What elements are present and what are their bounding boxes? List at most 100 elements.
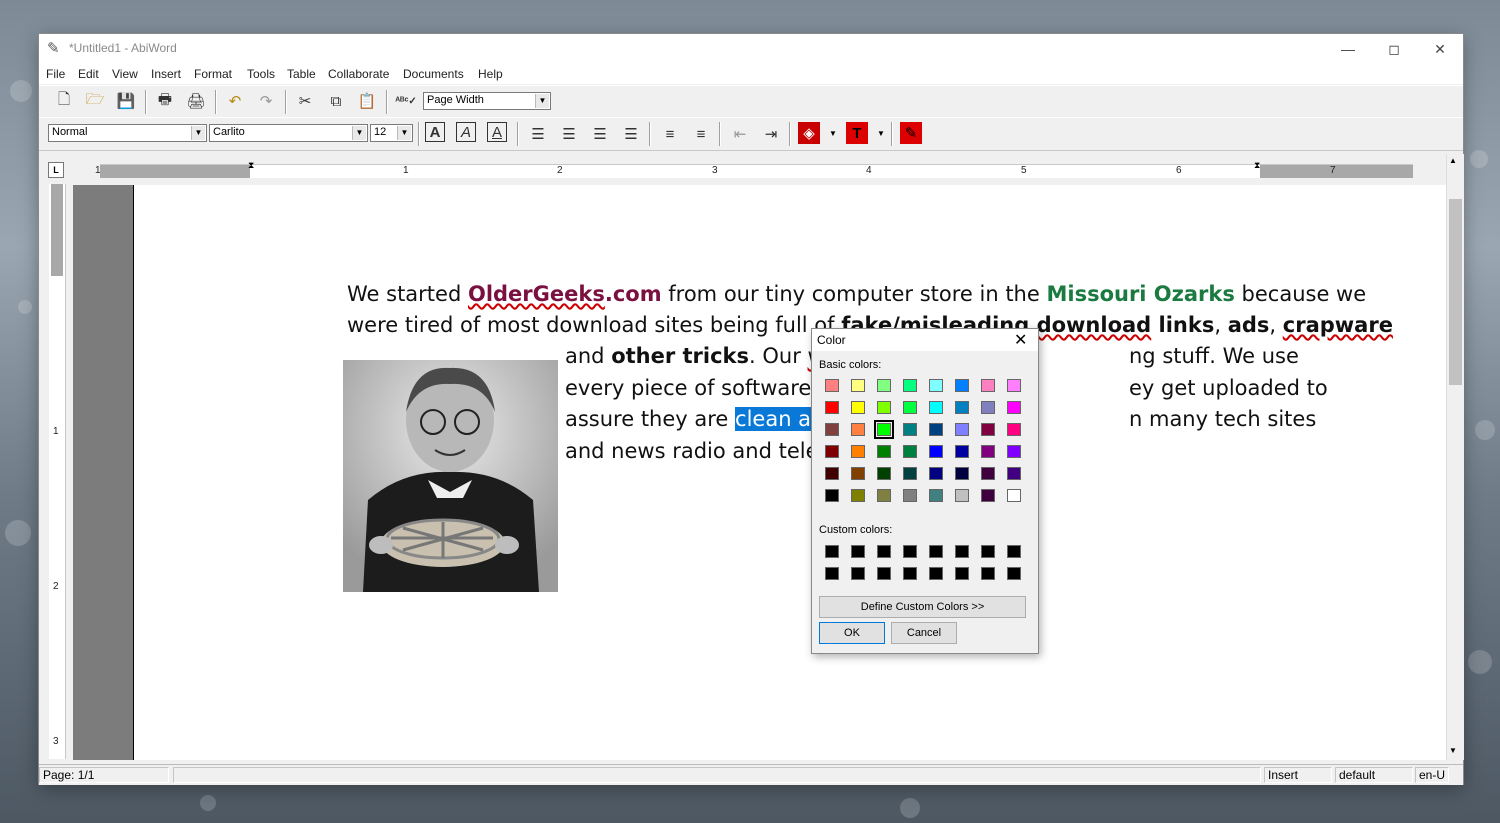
- basic-color-swatch[interactable]: [955, 401, 969, 414]
- minimize-button[interactable]: —: [1325, 34, 1371, 64]
- basic-color-swatch[interactable]: [851, 489, 865, 502]
- basic-color-swatch[interactable]: [981, 423, 995, 436]
- menu-documents[interactable]: Documents: [403, 67, 464, 81]
- basic-color-swatch[interactable]: [851, 379, 865, 392]
- basic-color-swatch[interactable]: [877, 401, 891, 414]
- font-select[interactable]: Carlito ▼: [209, 124, 368, 142]
- basic-color-swatch[interactable]: [981, 445, 995, 458]
- print-preview-icon[interactable]: 🖶: [153, 89, 177, 113]
- custom-color-swatch[interactable]: [981, 567, 995, 580]
- basic-color-swatch[interactable]: [903, 379, 917, 392]
- text-color-icon[interactable]: T: [846, 122, 868, 144]
- custom-color-swatch[interactable]: [1007, 545, 1021, 558]
- align-left-icon[interactable]: ☰: [526, 122, 550, 146]
- custom-color-swatch[interactable]: [929, 567, 943, 580]
- custom-color-swatch[interactable]: [851, 567, 865, 580]
- basic-color-swatch[interactable]: [929, 401, 943, 414]
- align-center-icon[interactable]: ☰: [557, 122, 581, 146]
- grandma-pie-photo[interactable]: [343, 360, 558, 592]
- basic-color-swatch[interactable]: [903, 467, 917, 480]
- ok-button[interactable]: OK: [819, 622, 885, 644]
- scrollbar-thumb[interactable]: [1449, 199, 1462, 385]
- basic-color-swatch[interactable]: [903, 401, 917, 414]
- basic-color-swatch[interactable]: [929, 489, 943, 502]
- selected-color-swatch[interactable]: [874, 420, 894, 439]
- redo-icon[interactable]: ↷: [254, 89, 278, 113]
- basic-color-swatch[interactable]: [825, 379, 839, 392]
- align-right-icon[interactable]: ☰: [588, 122, 612, 146]
- basic-color-swatch[interactable]: [1007, 379, 1021, 392]
- basic-color-swatch[interactable]: [955, 445, 969, 458]
- italic-icon[interactable]: A: [456, 122, 476, 142]
- custom-color-swatch[interactable]: [877, 545, 891, 558]
- cancel-button[interactable]: Cancel: [891, 622, 957, 644]
- style-select[interactable]: Normal ▼: [48, 124, 207, 142]
- decrease-indent-icon[interactable]: ⇤: [728, 122, 752, 146]
- custom-color-swatch[interactable]: [981, 545, 995, 558]
- menu-collaborate[interactable]: Collaborate: [328, 67, 389, 81]
- menu-format[interactable]: Format: [194, 67, 232, 81]
- basic-color-swatch[interactable]: [877, 379, 891, 392]
- menu-insert[interactable]: Insert: [151, 67, 181, 81]
- zoom-select[interactable]: Page Width ▼: [423, 92, 551, 110]
- basic-color-swatch[interactable]: [825, 423, 839, 436]
- cut-icon[interactable]: ✂: [293, 89, 317, 113]
- custom-color-swatch[interactable]: [825, 567, 839, 580]
- bulleted-list-icon[interactable]: ≡: [689, 122, 713, 146]
- highlight-color-icon[interactable]: ◈: [798, 122, 820, 144]
- pen-icon[interactable]: ✎: [900, 122, 922, 144]
- save-icon[interactable]: 💾: [114, 89, 138, 113]
- menu-help[interactable]: Help: [478, 67, 503, 81]
- spellcheck-icon[interactable]: ᴬᴮᶜ✓: [394, 89, 418, 113]
- basic-color-swatch[interactable]: [825, 489, 839, 502]
- basic-color-swatch[interactable]: [877, 489, 891, 502]
- scroll-up-arrow-icon[interactable]: ▲: [1449, 156, 1457, 165]
- custom-color-swatch[interactable]: [1007, 567, 1021, 580]
- basic-color-swatch[interactable]: [1007, 489, 1021, 502]
- basic-color-swatch[interactable]: [981, 467, 995, 480]
- basic-color-swatch[interactable]: [1007, 423, 1021, 436]
- menu-file[interactable]: File: [46, 67, 65, 81]
- basic-color-swatch[interactable]: [825, 445, 839, 458]
- basic-color-swatch[interactable]: [981, 489, 995, 502]
- basic-color-swatch[interactable]: [851, 445, 865, 458]
- left-indent-marker[interactable]: ⧗: [248, 160, 254, 171]
- document-page[interactable]: We started OlderGeeks.com from our tiny …: [133, 185, 1446, 760]
- new-document-icon[interactable]: 🗋: [52, 89, 76, 113]
- vertical-scrollbar[interactable]: ▲ ▼: [1446, 154, 1464, 760]
- menu-view[interactable]: View: [112, 67, 138, 81]
- close-window-button[interactable]: ✕: [1417, 34, 1463, 64]
- basic-color-swatch[interactable]: [851, 423, 865, 436]
- tab-type-icon[interactable]: L: [48, 162, 64, 178]
- basic-color-swatch[interactable]: [903, 423, 917, 436]
- define-custom-colors-button[interactable]: Define Custom Colors >>: [819, 596, 1026, 618]
- basic-color-swatch[interactable]: [825, 467, 839, 480]
- basic-color-swatch[interactable]: [903, 489, 917, 502]
- basic-color-swatch[interactable]: [877, 445, 891, 458]
- bold-icon[interactable]: A: [425, 122, 445, 142]
- chevron-down-icon[interactable]: ▼: [877, 129, 885, 138]
- chevron-down-icon[interactable]: ▼: [829, 129, 837, 138]
- custom-color-swatch[interactable]: [929, 545, 943, 558]
- custom-color-swatch[interactable]: [903, 567, 917, 580]
- basic-color-swatch[interactable]: [929, 445, 943, 458]
- custom-color-swatch[interactable]: [955, 545, 969, 558]
- basic-color-swatch[interactable]: [955, 467, 969, 480]
- underline-icon[interactable]: A: [487, 122, 507, 142]
- basic-color-swatch[interactable]: [955, 379, 969, 392]
- basic-color-swatch[interactable]: [955, 423, 969, 436]
- font-size-select[interactable]: 12 ▼: [370, 124, 413, 142]
- basic-color-swatch[interactable]: [877, 467, 891, 480]
- increase-indent-icon[interactable]: ⇥: [759, 122, 783, 146]
- align-justify-icon[interactable]: ☰: [619, 122, 643, 146]
- close-icon[interactable]: ✕: [1014, 330, 1027, 350]
- print-icon[interactable]: 🖨: [184, 89, 208, 113]
- copy-icon[interactable]: ⧉: [324, 89, 348, 113]
- basic-color-swatch[interactable]: [929, 467, 943, 480]
- right-indent-marker[interactable]: ⧗: [1254, 160, 1260, 171]
- basic-color-swatch[interactable]: [851, 401, 865, 414]
- numbered-list-icon[interactable]: ≡: [658, 122, 682, 146]
- basic-color-swatch[interactable]: [903, 445, 917, 458]
- basic-color-swatch[interactable]: [955, 489, 969, 502]
- custom-color-swatch[interactable]: [851, 545, 865, 558]
